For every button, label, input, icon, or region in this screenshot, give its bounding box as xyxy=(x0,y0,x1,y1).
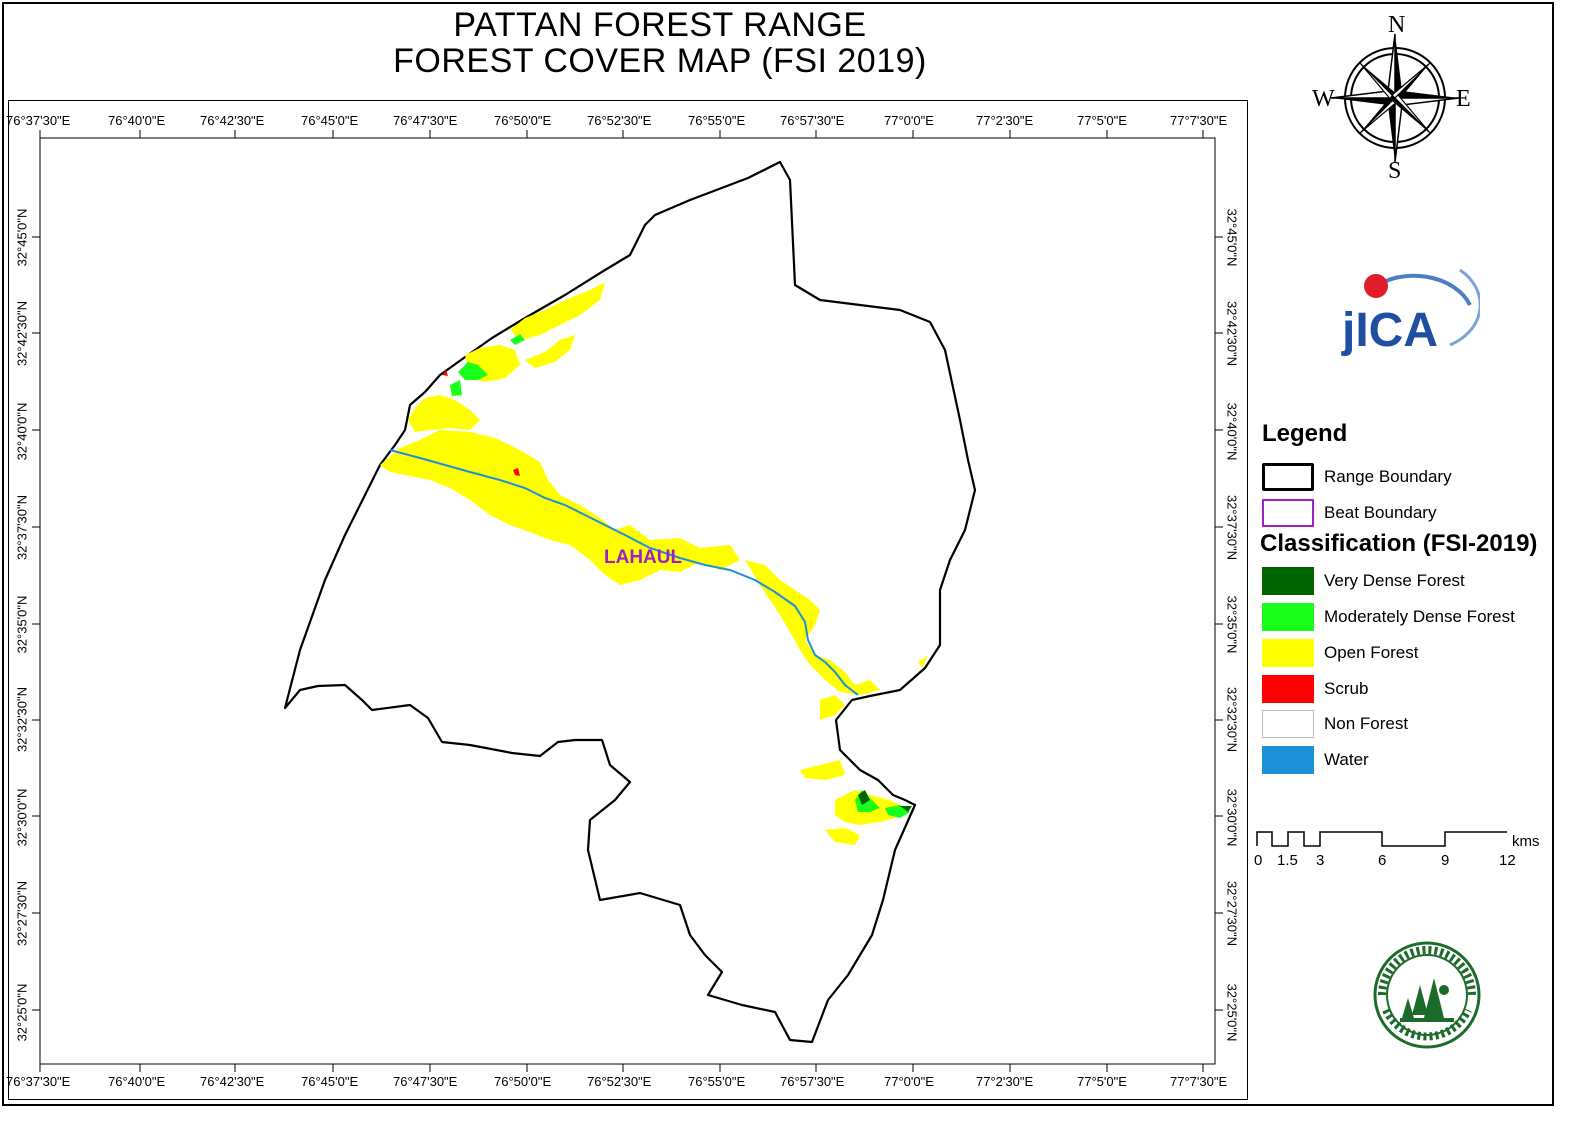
legend-swatch-beat-boundary xyxy=(1262,499,1314,527)
legend-swatch-very-dense xyxy=(1262,567,1314,595)
legend-label-moderately-dense: Moderately Dense Forest xyxy=(1324,607,1515,626)
legend-swatch-non-forest xyxy=(1262,710,1314,738)
legend-label-water: Water xyxy=(1324,750,1369,769)
compass-e: E xyxy=(1456,86,1471,112)
compass-s: S xyxy=(1388,158,1401,184)
classification-title: Classification (FSI-2019) xyxy=(1260,530,1538,557)
legend-label-beat-boundary: Beat Boundary xyxy=(1324,503,1437,522)
legend-swatch-range-boundary xyxy=(1262,463,1314,491)
legend-title: Legend xyxy=(1262,420,1348,447)
scale-label-5: 12 xyxy=(1499,852,1516,869)
jica-logo-text: jICA xyxy=(1341,304,1438,357)
compass-rose-icon: N S W E xyxy=(1312,12,1471,184)
scale-label-3: 6 xyxy=(1378,852,1387,869)
legend-swatch-scrub xyxy=(1262,675,1314,703)
beat-label: LAHAUL xyxy=(604,547,682,568)
legend-label-non-forest: Non Forest xyxy=(1324,714,1409,733)
legend-label-open-forest: Open Forest xyxy=(1324,643,1419,662)
compass-w: W xyxy=(1312,86,1335,112)
legend-swatch-moderately-dense xyxy=(1262,603,1314,631)
scale-label-1: 1.5 xyxy=(1277,852,1298,869)
jica-logo-icon: jICA xyxy=(1341,268,1480,357)
legend-swatch-open-forest xyxy=(1262,639,1314,667)
forest-department-emblem-icon xyxy=(1373,941,1481,1049)
legend-label-scrub: Scrub xyxy=(1324,679,1369,698)
map-canvas: LAHAUL xyxy=(32,130,1223,1072)
scale-bar xyxy=(1256,831,1507,847)
scale-label-2: 3 xyxy=(1316,852,1325,869)
range-boundary xyxy=(283,160,977,1044)
scale-label-4: 9 xyxy=(1441,852,1450,869)
legend-swatch-water xyxy=(1262,746,1314,774)
scale-unit: kms xyxy=(1512,833,1540,850)
legend-label-range-boundary: Range Boundary xyxy=(1324,467,1452,486)
compass-n: N xyxy=(1388,12,1405,38)
scale-label-0: 0 xyxy=(1254,852,1263,869)
legend-label-very-dense: Very Dense Forest xyxy=(1324,571,1465,590)
